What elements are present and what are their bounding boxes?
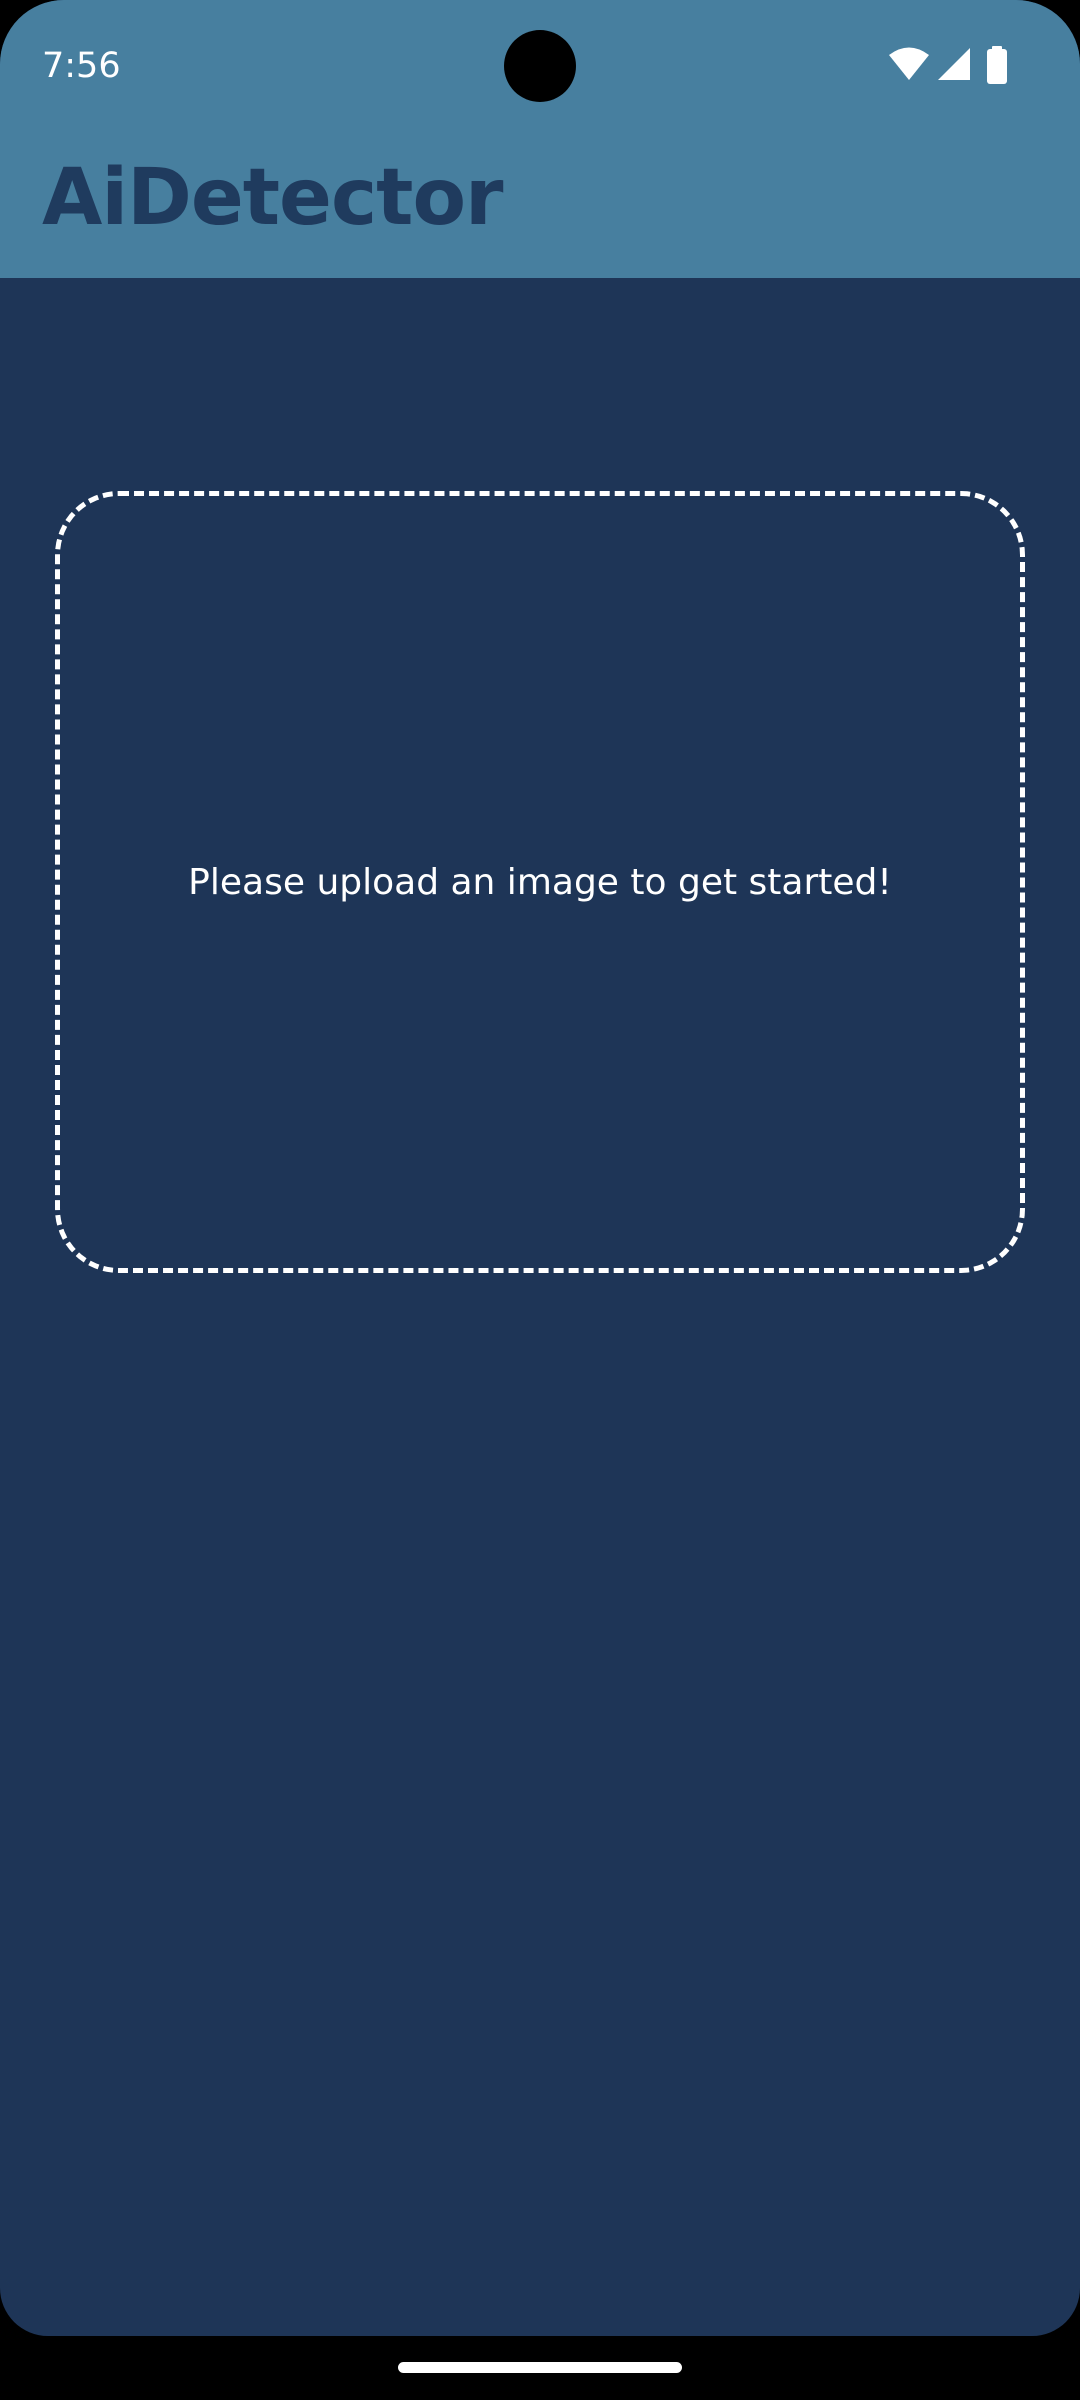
wifi-icon <box>889 47 929 80</box>
status-time: 7:56 <box>42 46 121 86</box>
app-title: AiDetector <box>42 153 504 243</box>
status-bar: 7:56 <box>0 0 1080 134</box>
upload-prompt-text: Please upload an image to get started! <box>188 861 892 903</box>
battery-icon <box>987 46 1007 84</box>
status-icons <box>888 46 1048 86</box>
cellular-signal-icon <box>938 48 970 80</box>
app-bar: 7:56 AiDetector <box>0 0 1080 278</box>
home-indicator[interactable] <box>398 2362 682 2373</box>
image-upload-dropzone[interactable]: Please upload an image to get started! <box>55 491 1025 1273</box>
camera-cutout <box>504 30 576 102</box>
app-screen: 7:56 AiDetector Please upload an image t… <box>0 0 1080 2336</box>
